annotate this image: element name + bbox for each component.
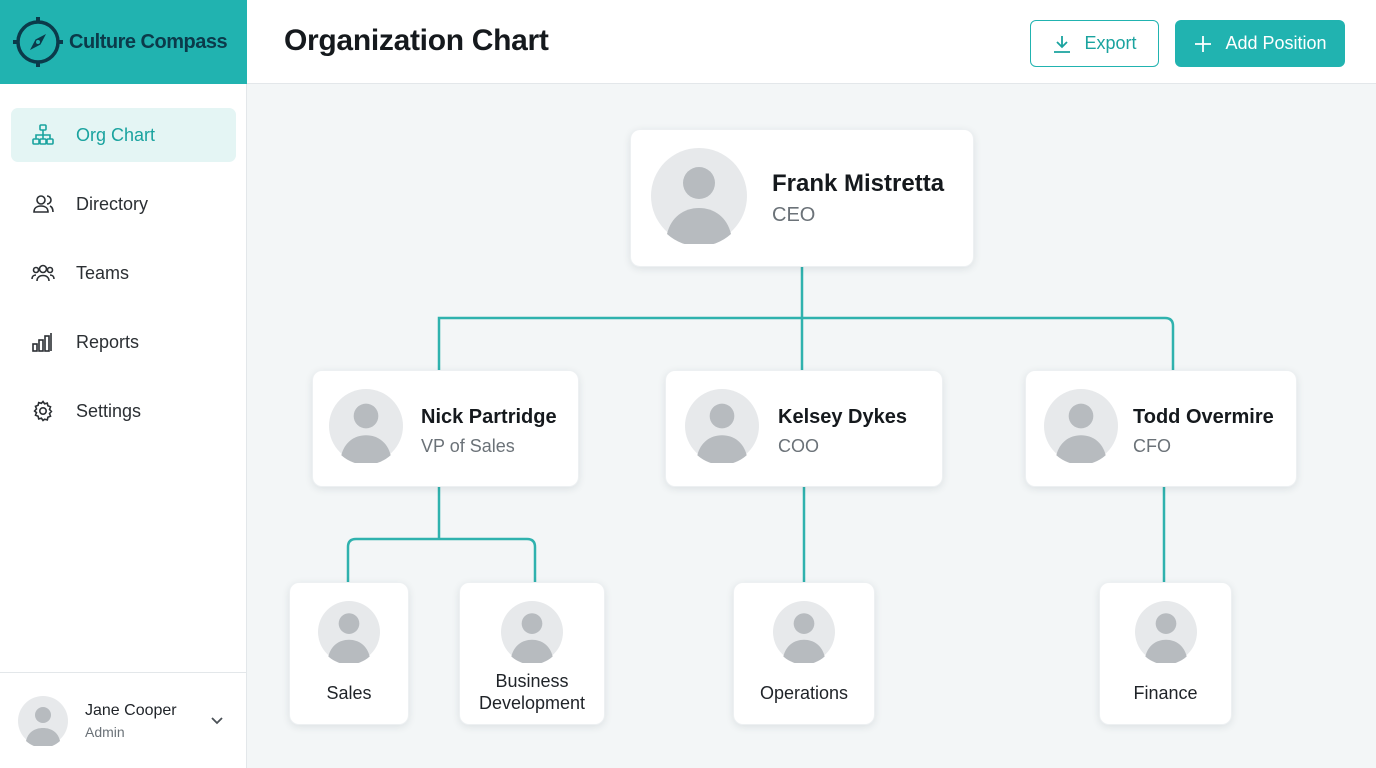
sidebar-item-teams[interactable]: Teams bbox=[11, 246, 236, 300]
person-name: Frank Mistretta bbox=[772, 170, 945, 197]
plus-icon bbox=[1195, 35, 1212, 52]
org-chart-icon bbox=[32, 124, 54, 145]
current-user[interactable]: Jane Cooper Admin bbox=[0, 672, 246, 768]
avatar bbox=[685, 389, 759, 463]
org-card-ceo[interactable]: Frank Mistretta CEO bbox=[630, 129, 974, 267]
avatar bbox=[18, 695, 68, 746]
chevron-down-icon[interactable] bbox=[208, 711, 226, 729]
export-button-label: Export bbox=[1084, 33, 1137, 53]
sidebar-nav: Org Chart Directory Teams Reports Settin… bbox=[0, 108, 247, 453]
org-chart-canvas: Frank Mistretta CEO Nick Partridge VP of… bbox=[247, 84, 1376, 768]
avatar bbox=[318, 601, 380, 663]
org-card-department[interactable]: Finance bbox=[1099, 582, 1232, 725]
sidebar-item-label: Reports bbox=[76, 331, 140, 352]
users-icon bbox=[31, 264, 55, 282]
avatar bbox=[1044, 389, 1118, 463]
person-name: Kelsey Dykes bbox=[778, 406, 907, 428]
person-name: Todd Overmire bbox=[1133, 406, 1274, 428]
sidebar: Culture Compass Org Chart Directory Team… bbox=[0, 0, 247, 768]
user-name: Jane Cooper bbox=[85, 701, 177, 719]
sidebar-item-org-chart[interactable]: Org Chart bbox=[11, 108, 236, 162]
avatar bbox=[773, 601, 835, 663]
person-title: CEO bbox=[772, 204, 816, 226]
compass-logo-icon bbox=[13, 17, 63, 67]
sidebar-item-reports[interactable]: Reports bbox=[11, 315, 236, 369]
brand-name: Culture Compass bbox=[69, 30, 228, 53]
add-position-button-label: Add Position bbox=[1225, 33, 1327, 53]
export-button[interactable]: Export bbox=[1030, 20, 1159, 67]
org-card-executive[interactable]: Kelsey Dykes COO bbox=[665, 370, 943, 487]
person-title: COO bbox=[778, 436, 820, 456]
avatar bbox=[1134, 601, 1197, 663]
user-role: Admin bbox=[85, 723, 125, 740]
user-icon bbox=[33, 195, 54, 213]
org-card-department[interactable]: Operations bbox=[733, 582, 875, 725]
sidebar-item-label: Directory bbox=[76, 193, 149, 214]
org-card-executive[interactable]: Todd Overmire CFO bbox=[1025, 370, 1297, 487]
sidebar-item-label: Teams bbox=[76, 262, 130, 283]
person-name: Nick Partridge bbox=[421, 406, 557, 428]
person-title: CFO bbox=[1133, 436, 1171, 456]
org-card-department[interactable]: Business Development bbox=[459, 582, 605, 725]
department-name: Sales bbox=[326, 683, 372, 703]
sidebar-item-label: Org Chart bbox=[76, 124, 156, 145]
brand-header[interactable]: Culture Compass bbox=[0, 0, 247, 84]
person-title: VP of Sales bbox=[421, 436, 515, 456]
page-title: Organization Chart bbox=[284, 24, 549, 57]
org-card-department[interactable]: Sales bbox=[289, 582, 409, 725]
department-name: Operations bbox=[759, 683, 849, 703]
department-name: Business Development bbox=[478, 671, 586, 713]
sidebar-item-directory[interactable]: Directory bbox=[11, 177, 236, 231]
department-name: Finance bbox=[1133, 683, 1198, 703]
avatar bbox=[501, 601, 563, 663]
avatar bbox=[651, 148, 747, 244]
bar-chart-icon bbox=[32, 333, 52, 352]
org-card-executive[interactable]: Nick Partridge VP of Sales bbox=[312, 370, 579, 487]
sidebar-item-label: Settings bbox=[76, 400, 142, 421]
page-header: Organization Chart Export Add Position bbox=[247, 0, 1376, 84]
gear-icon bbox=[33, 400, 53, 422]
avatar bbox=[329, 389, 403, 463]
add-position-button[interactable]: Add Position bbox=[1175, 20, 1345, 67]
sidebar-item-settings[interactable]: Settings bbox=[11, 384, 236, 438]
download-icon bbox=[1054, 35, 1071, 53]
